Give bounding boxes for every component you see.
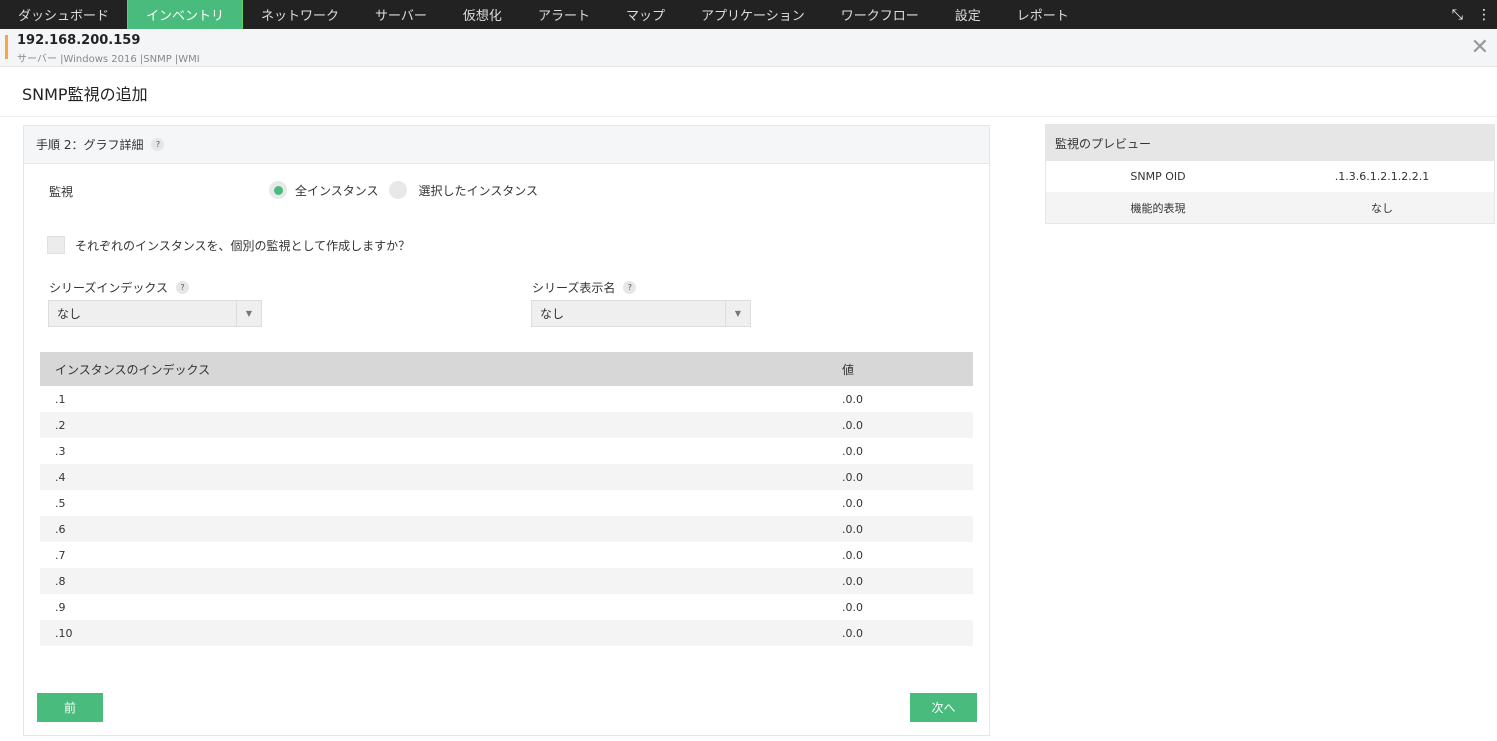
series-index-label: シリーズインデックス: [49, 281, 169, 295]
monitor-preview: 監視のプレビュー SNMP OID .1.3.6.1.2.1.2.2.1 機能的表…: [1045, 124, 1495, 224]
nav-tab[interactable]: レポート: [999, 0, 1087, 29]
nav-tab[interactable]: アラート: [520, 0, 608, 29]
nav-tab[interactable]: マップ: [608, 0, 683, 29]
help-icon[interactable]: ?: [623, 281, 637, 294]
preview-row: SNMP OID .1.3.6.1.2.1.2.2.1: [1046, 161, 1494, 192]
series-name-label: シリーズ表示名: [532, 281, 616, 295]
more-vertical-icon[interactable]: ⋮: [1477, 7, 1491, 23]
preview-row: 機能的表現 なし: [1046, 192, 1494, 223]
index-cell: .3: [55, 444, 66, 458]
step-panel: 手順 2：グラフ詳細 ? 監視 全インスタンス 選択したインスタンス それぞれの…: [23, 125, 990, 736]
column-header-index: インスタンスのインデックス: [40, 352, 827, 386]
table-row: .6.0.0: [40, 516, 973, 542]
step-title: 手順 2：グラフ詳細: [36, 138, 144, 152]
table-row: .3 .0.0: [40, 438, 973, 464]
radio-all-label: 全インスタンス: [295, 183, 379, 198]
host-subtitle: サーバー |Windows 2016 |SNMP |WMI: [17, 54, 200, 65]
status-accent: [5, 35, 8, 59]
value-cell: .0.0: [842, 444, 863, 458]
value-cell: .0.0: [827, 620, 973, 646]
close-icon[interactable]: ✕: [1471, 35, 1489, 60]
chevron-down-icon: ▼: [236, 301, 261, 326]
host-bar: 192.168.200.159 サーバー |Windows 2016 |SNMP…: [0, 29, 1497, 67]
value-cell: .0.0: [827, 464, 973, 490]
instance-table: インスタンスのインデックス 値 .1.0.0.2.0.0.3.0.0.4.0.0…: [40, 352, 973, 646]
table-row: .7 .0.0: [40, 542, 973, 568]
value-cell: .0.0: [842, 548, 863, 562]
monitor-label: 監視: [49, 185, 74, 199]
series-name-select[interactable]: なし ▼: [531, 300, 751, 327]
value-cell: .0.0: [827, 568, 973, 594]
nav-icons: ⤡ ⋮: [1452, 0, 1497, 29]
top-nav: ダッシュボード インベントリ ネットワーク サーバー 仮想化 アラート マップ アプリケーショ…: [0, 0, 1497, 29]
chevron-down-icon: ▼: [725, 301, 750, 326]
table-row: .2.0.0: [40, 412, 973, 438]
index-cell: .6: [40, 516, 827, 542]
series-name-value: なし: [540, 307, 565, 321]
index-cell: .1: [55, 392, 66, 406]
index-cell: .2: [40, 412, 827, 438]
index-cell: .5: [55, 496, 66, 510]
table-row: .8.0.0: [40, 568, 973, 594]
preview-key: 機能的表現: [1130, 201, 1186, 215]
value-cell: .0.0: [842, 392, 863, 406]
radio-selected-label: 選択したインスタンス: [418, 183, 539, 198]
nav-tab[interactable]: 設定: [937, 0, 999, 29]
table-row: .9 .0.0: [40, 594, 973, 620]
host-ip: 192.168.200.159: [17, 33, 141, 48]
index-cell: .10: [40, 620, 827, 646]
individual-monitor-checkbox[interactable]: [47, 236, 65, 254]
nav-tab[interactable]: ワークフロー: [823, 0, 937, 29]
preview-key: SNMP OID: [1130, 170, 1186, 183]
preview-value: .1.3.6.1.2.1.2.2.1: [1334, 170, 1430, 183]
prev-button[interactable]: 前: [37, 693, 103, 722]
index-cell: .9: [55, 600, 66, 614]
value-cell: .0.0: [842, 600, 863, 614]
table-row: .4.0.0: [40, 464, 973, 490]
radio-all-instances[interactable]: [269, 181, 287, 199]
series-index-select[interactable]: なし ▼: [48, 300, 262, 327]
index-cell: .8: [40, 568, 827, 594]
series-index-value: なし: [57, 307, 82, 321]
column-header-value: 値: [827, 352, 973, 386]
step-header: 手順 2：グラフ詳細 ?: [24, 126, 989, 164]
index-cell: .7: [55, 548, 66, 562]
nav-tab[interactable]: 仮想化: [445, 0, 520, 29]
value-cell: .0.0: [827, 412, 973, 438]
collapse-icon[interactable]: ⤡: [1452, 7, 1463, 23]
preview-value: なし: [1371, 201, 1393, 215]
value-cell: .0.0: [827, 516, 973, 542]
table-row: .10.0.0: [40, 620, 973, 646]
table-row: .5 .0.0: [40, 490, 973, 516]
page-title: SNMP監視の追加: [0, 67, 1497, 117]
nav-tab[interactable]: インベントリ: [127, 0, 244, 29]
table-row: .1 .0.0: [40, 386, 973, 412]
help-icon[interactable]: ?: [176, 281, 190, 294]
individual-monitor-label: それぞれのインスタンスを、個別の監視として作成しますか？: [75, 238, 411, 253]
nav-tab[interactable]: サーバー: [357, 0, 445, 29]
value-cell: .0.0: [842, 496, 863, 510]
radio-selected-instances[interactable]: [388, 181, 407, 199]
nav-tab[interactable]: ネットワーク: [243, 0, 357, 29]
help-icon[interactable]: ?: [151, 138, 165, 151]
next-button[interactable]: 次へ: [910, 693, 977, 722]
nav-tab[interactable]: ダッシュボード: [0, 0, 127, 29]
preview-title: 監視のプレビュー: [1046, 125, 1494, 161]
nav-tab[interactable]: アプリケーション: [683, 0, 823, 29]
index-cell: .4: [40, 464, 827, 490]
